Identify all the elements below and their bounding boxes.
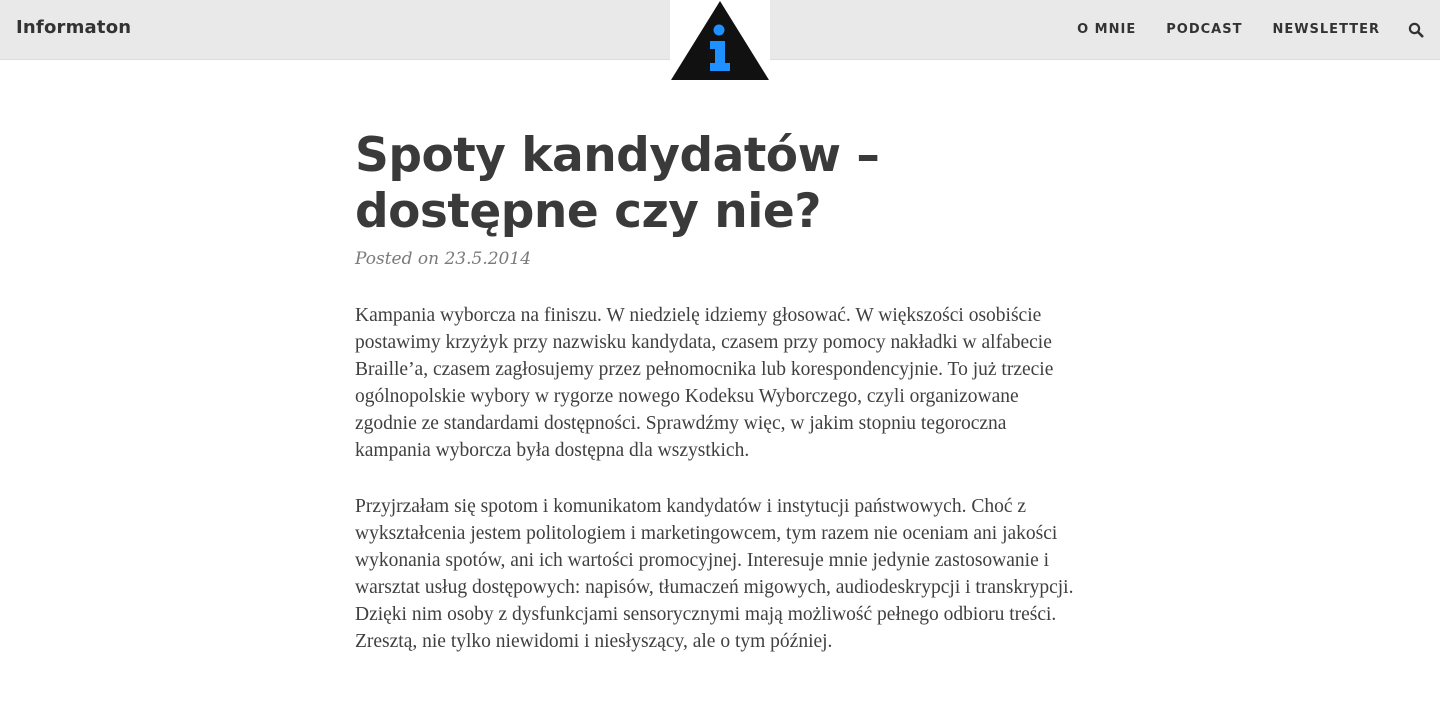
posted-on-label: Posted on [355, 249, 440, 269]
post-title: Spoty kandydatów – dostępne czy nie? [355, 128, 880, 239]
post-date-link[interactable]: 23.5.2014 [444, 249, 531, 269]
main-nav: O MNIE PODCAST NEWSLETTER [1077, 22, 1380, 37]
blog-post: Spoty kandydatów – dostępne czy nie? Pos… [355, 128, 1085, 684]
nav-item-newsletter[interactable]: NEWSLETTER [1272, 22, 1380, 37]
post-content: Kampania wyborcza na finiszu. W niedziel… [355, 302, 1085, 655]
post-paragraph: Kampania wyborcza na finiszu. W niedziel… [355, 305, 1054, 461]
nav-item-podcast[interactable]: PODCAST [1166, 22, 1242, 37]
post-meta: Posted on 23.5.2014 [355, 249, 1085, 269]
top-navigation-bar: Informaton O MNIE PODCAST NEWSLETTER [0, 0, 1440, 81]
post-paragraph: Przyjrzałam się spotom i komunikatom kan… [355, 496, 1074, 652]
nav-item-about[interactable]: O MNIE [1077, 22, 1136, 37]
logo-icon [671, 1, 769, 80]
search-icon[interactable] [1408, 22, 1424, 38]
info-triangle-logo[interactable] [670, 0, 770, 81]
site-title-link[interactable]: Informaton [16, 17, 131, 38]
